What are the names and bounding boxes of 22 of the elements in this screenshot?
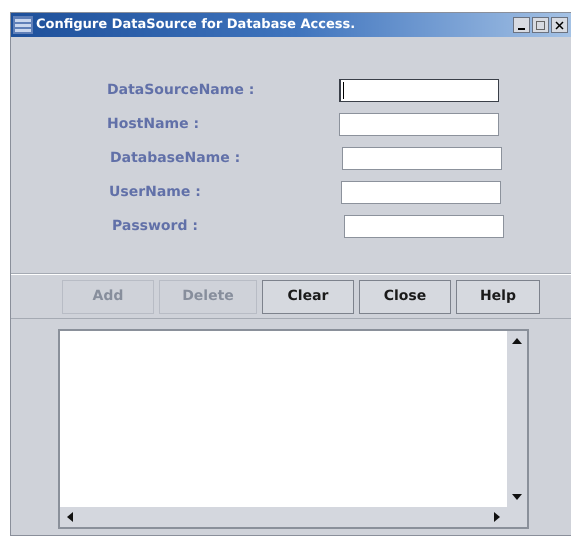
field-label: HostName : (107, 115, 200, 134)
dialog-button[interactable]: Clear (262, 280, 354, 314)
text-field[interactable] (339, 113, 499, 136)
text-field[interactable] (342, 147, 502, 170)
text-field[interactable] (344, 215, 504, 238)
text-field[interactable] (339, 79, 499, 102)
field-label: UserName : (109, 183, 202, 202)
close-button[interactable] (551, 17, 568, 33)
vertical-scrollbar[interactable] (507, 331, 527, 507)
minimize-button[interactable] (513, 17, 530, 33)
window-title: Configure DataSource for Database Access. (36, 16, 356, 34)
field-label: DataSourceName : (107, 81, 256, 100)
text-field[interactable] (341, 181, 501, 204)
close-icon (555, 20, 564, 30)
dialog-button[interactable]: Help (456, 280, 540, 314)
field-label: Password : (112, 217, 199, 236)
dialog-button[interactable]: Close (359, 280, 451, 314)
maximize-button[interactable] (532, 17, 549, 33)
app-icon (13, 16, 33, 34)
horizontal-scrollbar[interactable] (60, 507, 507, 527)
text-cursor (343, 82, 344, 99)
field-label: DatabaseName : (110, 149, 242, 168)
